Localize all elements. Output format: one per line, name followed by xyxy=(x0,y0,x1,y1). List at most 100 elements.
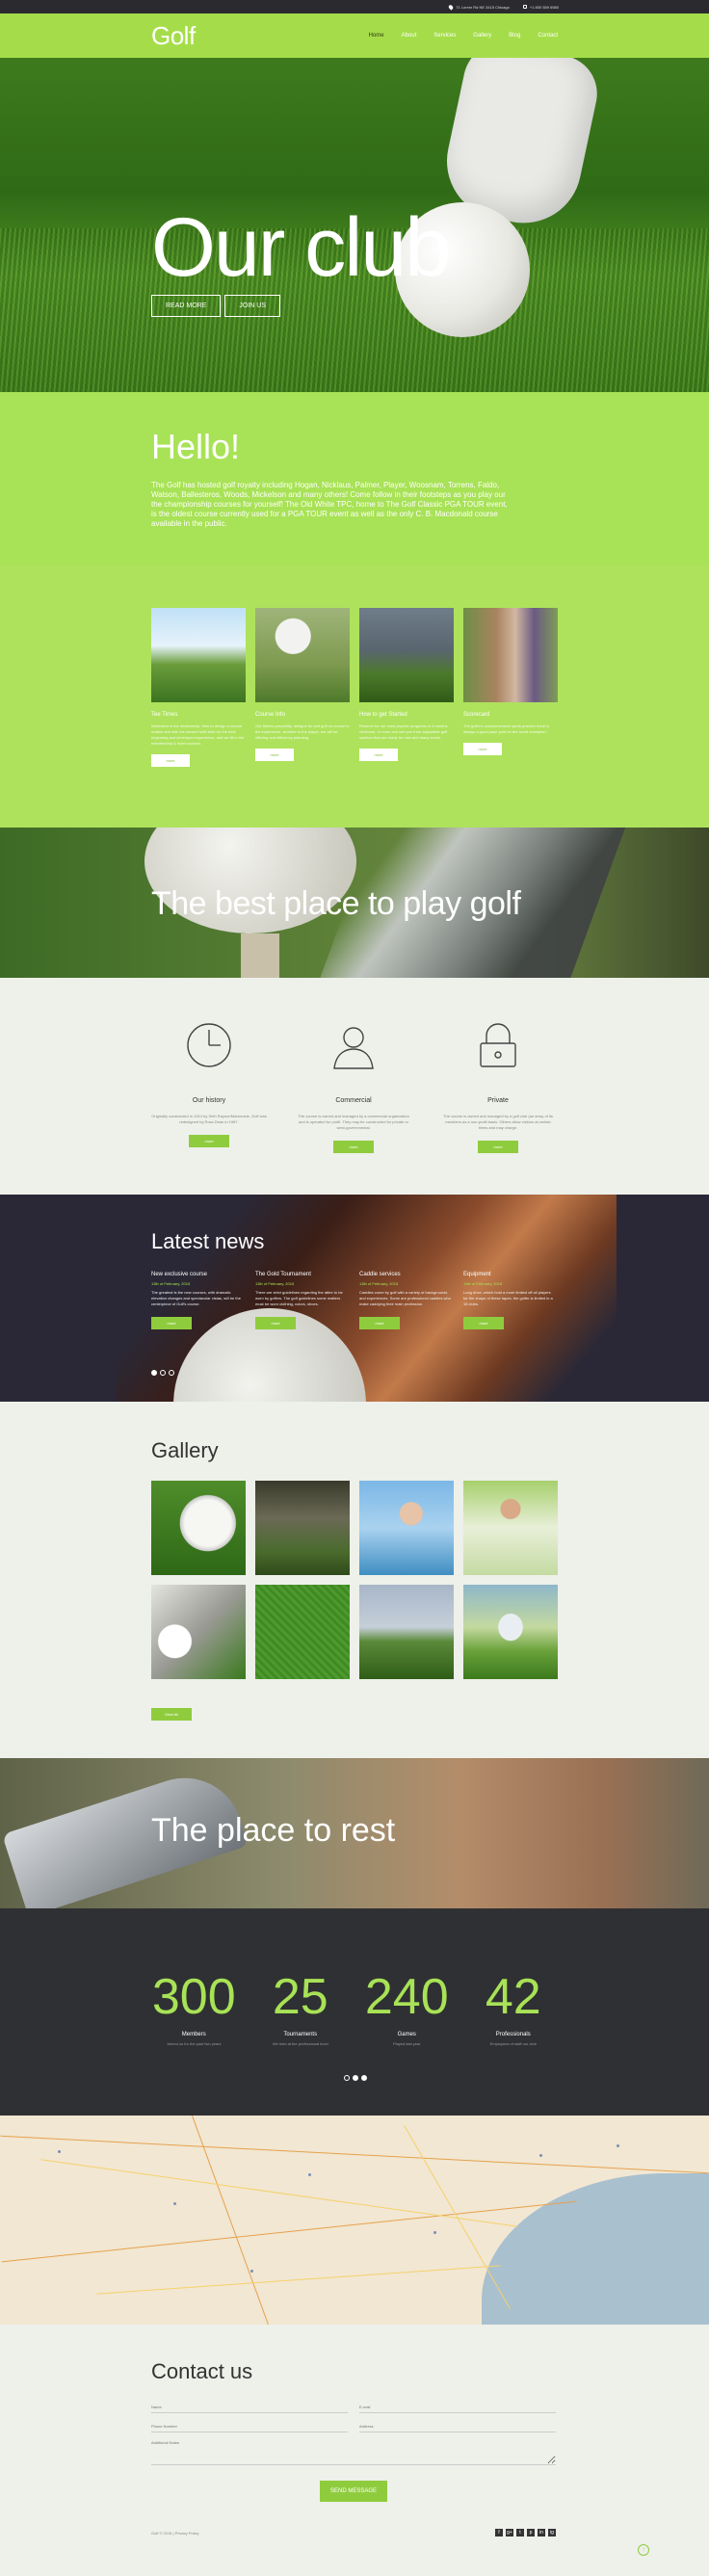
news-item-date: 13th of February, 2015 xyxy=(255,1281,295,1286)
phone-text[interactable]: +1 800 559 6580 xyxy=(530,5,559,10)
about-more-button[interactable]: more xyxy=(189,1135,229,1147)
news-more-button[interactable]: more xyxy=(359,1317,400,1329)
gallery-section: Gallery View All xyxy=(0,1402,709,1758)
lock-icon xyxy=(440,1016,556,1074)
instagram-icon[interactable]: ig xyxy=(548,2529,556,2537)
scroll-to-top-icon[interactable]: ↑ xyxy=(638,2544,649,2556)
slide-dot-active[interactable] xyxy=(353,2075,358,2081)
gallery-image-swing[interactable] xyxy=(359,1585,454,1679)
about-more-button[interactable]: more xyxy=(478,1141,518,1153)
hello-text: The Golf has hosted golf royalty includi… xyxy=(151,481,508,528)
gallery-image-tree[interactable] xyxy=(463,1585,558,1679)
name-field[interactable] xyxy=(151,2402,348,2413)
top-bar: 71 Lorem Rd NE 3415 Chicago +1 800 559 6… xyxy=(0,0,709,13)
about-item: Our history Originally constructed in 19… xyxy=(151,1016,267,1153)
location-pin-icon xyxy=(448,3,455,11)
gallery-title: Gallery xyxy=(151,1438,219,1462)
news-section: Latest news New exclusive course 13th of… xyxy=(0,1195,709,1402)
gallery-image-golfer-bag[interactable] xyxy=(463,1481,558,1575)
map-city xyxy=(173,2202,176,2205)
map-city xyxy=(308,2173,311,2176)
pinterest-icon[interactable]: p xyxy=(527,2529,535,2537)
gallery-image-shoes[interactable] xyxy=(151,1585,246,1679)
phone-icon xyxy=(522,5,527,9)
nav-about[interactable]: About xyxy=(402,33,417,39)
join-us-button[interactable]: JOIN US xyxy=(224,295,281,317)
about-more-button[interactable]: more xyxy=(333,1141,374,1153)
service-card: Course Info Our fitness possibility, des… xyxy=(255,608,350,767)
news-item-title[interactable]: The Gold Tournament xyxy=(255,1272,348,1277)
facebook-icon[interactable]: f xyxy=(495,2529,503,2537)
service-more-button[interactable]: more xyxy=(255,749,294,761)
about-title: Our history xyxy=(192,1097,226,1104)
twitter-icon[interactable]: t xyxy=(516,2529,524,2537)
service-card: How to get Started Reserve for our most … xyxy=(359,608,454,767)
news-item-title[interactable]: Equipment xyxy=(463,1272,556,1277)
nav-blog[interactable]: Blog xyxy=(509,33,520,39)
gallery-image-ball[interactable] xyxy=(151,1481,246,1575)
service-more-button[interactable]: more xyxy=(463,743,502,755)
google-plus-icon[interactable]: g+ xyxy=(506,2529,513,2537)
nav-contact[interactable]: Contact xyxy=(538,33,558,39)
view-all-button[interactable]: View All xyxy=(151,1708,192,1721)
main-nav: Home About Services Gallery Blog Contact xyxy=(369,33,558,39)
send-message-button[interactable]: SEND MESSAGE xyxy=(320,2481,387,2502)
about-section: Our history Originally constructed in 19… xyxy=(0,978,709,1195)
map-city xyxy=(58,2150,61,2153)
read-more-button[interactable]: READ MORE xyxy=(151,295,222,317)
stat-item: 42 Professionals Employees of staff our … xyxy=(471,1970,557,2046)
about-title: Commercial xyxy=(335,1097,372,1104)
nav-home[interactable]: Home xyxy=(369,33,384,39)
linkedin-icon[interactable]: in xyxy=(538,2529,545,2537)
stat-sub: Joined us for the past two years xyxy=(167,2041,222,2046)
logo[interactable]: Golf xyxy=(151,21,196,51)
social-links: f g+ t p in ig xyxy=(495,2529,556,2537)
slide-dot[interactable] xyxy=(169,1370,174,1376)
gallery-image-cart[interactable] xyxy=(255,1481,350,1575)
gallery-image-woman-golfer[interactable] xyxy=(359,1481,454,1575)
stats-pagination xyxy=(344,2075,709,2081)
service-more-button[interactable]: more xyxy=(359,749,398,761)
stat-label: Tournaments xyxy=(283,2032,318,2037)
phone-field[interactable] xyxy=(151,2421,348,2432)
copyright: Golf © 2015 | Privacy Policy xyxy=(151,2530,199,2536)
service-more-button[interactable]: more xyxy=(151,754,190,767)
news-item-title[interactable]: Caddie services xyxy=(359,1272,452,1277)
news-pagination xyxy=(151,1370,174,1376)
map[interactable] xyxy=(0,2116,709,2325)
map-city xyxy=(250,2270,253,2273)
about-text: Originally constructed in 1914 by Seth R… xyxy=(151,1114,267,1124)
address-field[interactable] xyxy=(359,2421,556,2432)
stat-value: 300 xyxy=(151,1969,236,2025)
slide-dot[interactable] xyxy=(160,1370,166,1376)
map-road xyxy=(96,2265,501,2295)
email-field[interactable] xyxy=(359,2402,556,2413)
news-item-title[interactable]: New exclusive course xyxy=(151,1272,244,1277)
hello-title: Hello! xyxy=(151,427,241,466)
about-text: The course is owned and managed by a com… xyxy=(298,1114,409,1130)
slide-dot-active[interactable] xyxy=(151,1370,157,1376)
news-more-button[interactable]: more xyxy=(151,1317,192,1329)
slide-dot[interactable] xyxy=(361,2075,367,2081)
golf-course-image xyxy=(151,608,246,702)
hero-buttons: READ MORE JOIN US xyxy=(151,295,281,317)
news-more-button[interactable]: more xyxy=(463,1317,504,1329)
gallery-image-grass[interactable] xyxy=(255,1585,350,1679)
stat-label: Members xyxy=(181,2032,206,2037)
news-item: New exclusive course 13th of February, 2… xyxy=(151,1272,244,1329)
golfer-shoes-image xyxy=(359,608,454,702)
news-more-button[interactable]: more xyxy=(255,1317,296,1329)
nav-services[interactable]: Services xyxy=(433,33,456,39)
slide-dot[interactable] xyxy=(344,2075,350,2081)
stat-item: 300 Members Joined us for the past two y… xyxy=(151,1970,237,2046)
notes-field[interactable] xyxy=(151,2440,556,2465)
news-title: Latest news xyxy=(151,1229,265,1253)
news-item: Equipment 13th of February, 2015 Long dr… xyxy=(463,1272,556,1329)
nav-gallery[interactable]: Gallery xyxy=(473,33,491,39)
stats-section: 300 Members Joined us for the past two y… xyxy=(0,1908,709,2116)
map-water xyxy=(482,2173,709,2325)
map-city xyxy=(617,2144,619,2147)
hero-slider: Our club READ MORE JOIN US xyxy=(0,58,709,392)
news-item-date: 13th of February, 2015 xyxy=(151,1281,191,1286)
tee-image xyxy=(241,933,279,978)
